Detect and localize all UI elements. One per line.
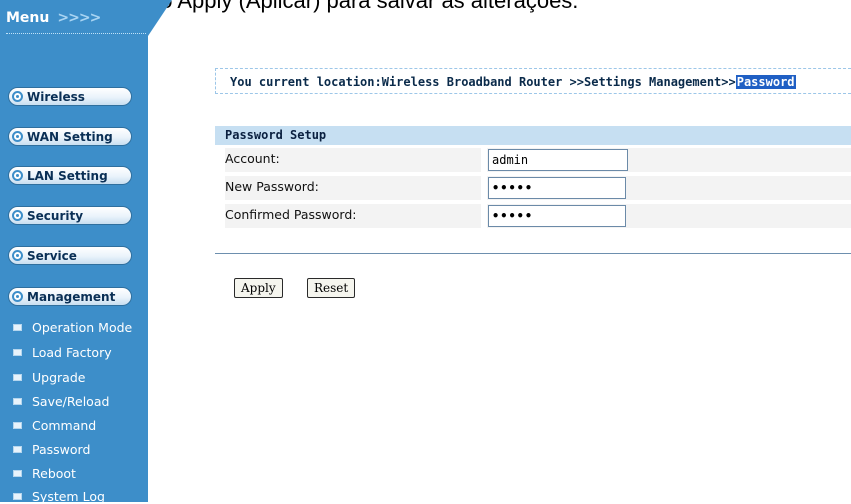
bullet-icon <box>13 374 22 381</box>
nav-service-label: Service <box>27 248 77 263</box>
nav-wireless-label: Wireless <box>27 89 85 104</box>
subnav-label: Load Factory <box>32 345 112 360</box>
subnav-label: Save/Reload <box>32 394 110 409</box>
form-title: Password Setup <box>215 126 851 145</box>
bullet-icon <box>13 398 22 405</box>
new-password-row: New Password: <box>215 176 851 200</box>
nav-service-button[interactable]: Service <box>8 246 132 265</box>
nav-security-label: Security <box>27 208 84 223</box>
account-label: Account: <box>225 148 481 172</box>
menu-divider <box>6 33 146 34</box>
nav-wireless-button[interactable]: Wireless <box>8 87 132 106</box>
nav-wan-setting-label: WAN Setting <box>27 129 113 144</box>
subnav-label: Password <box>32 442 91 457</box>
bullet-icon <box>13 470 22 477</box>
confirm-password-input[interactable] <box>488 205 626 227</box>
subnav-password[interactable]: Password <box>13 442 90 457</box>
nav-wan-setting-button[interactable]: WAN Setting <box>8 127 132 146</box>
subnav-label: Operation Mode <box>32 320 133 335</box>
form-divider <box>215 253 851 254</box>
ring-icon <box>12 210 23 221</box>
ring-icon <box>12 131 23 142</box>
ring-icon <box>12 170 23 181</box>
new-password-label: New Password: <box>225 176 481 200</box>
menu-title: Menu >>>> <box>6 10 101 26</box>
sidebar: Menu >>>> Wireless WAN Setting LAN Settin… <box>0 0 148 504</box>
apply-button[interactable]: Apply <box>234 278 283 298</box>
ring-icon <box>12 291 23 302</box>
account-row: Account: <box>215 148 851 172</box>
confirm-password-row: Confirmed Password: <box>215 204 851 228</box>
ring-icon <box>12 91 23 102</box>
breadcrumb-path: You current location:Wireless Broadband … <box>230 75 736 89</box>
breadcrumb: You current location:Wireless Broadband … <box>215 68 851 94</box>
new-password-input[interactable] <box>488 177 626 199</box>
menu-arrows-icon: >>>> <box>57 10 101 26</box>
confirm-password-label: Confirmed Password: <box>225 204 481 228</box>
nav-lan-setting-button[interactable]: LAN Setting <box>8 166 132 185</box>
ring-icon <box>12 250 23 261</box>
nav-security-button[interactable]: Security <box>8 206 132 225</box>
menu-title-label: Menu <box>6 10 50 26</box>
bullet-icon <box>13 349 22 356</box>
account-cell <box>487 148 851 172</box>
new-password-cell <box>487 176 851 200</box>
subnav-label: Reboot <box>32 466 76 481</box>
bullet-icon <box>13 446 22 453</box>
subnav-operation-mode[interactable]: Operation Mode <box>13 320 132 335</box>
bullet-icon <box>13 493 22 500</box>
confirm-password-cell <box>487 204 851 228</box>
bullet-icon <box>13 324 22 331</box>
breadcrumb-current: Password <box>735 75 796 89</box>
subnav-label: Upgrade <box>32 370 86 385</box>
sidebar-corner <box>148 0 172 36</box>
subnav-upgrade[interactable]: Upgrade <box>13 370 85 385</box>
reset-button[interactable]: Reset <box>307 278 356 298</box>
bullet-icon <box>13 422 22 429</box>
subnav-command[interactable]: Command <box>13 418 96 433</box>
subnav-save-reload[interactable]: Save/Reload <box>13 394 109 409</box>
nav-management-button[interactable]: Management <box>8 287 132 306</box>
account-input[interactable] <box>488 149 628 171</box>
subnav-load-factory[interactable]: Load Factory <box>13 345 112 360</box>
subnav-reboot[interactable]: Reboot <box>13 466 76 481</box>
nav-lan-setting-label: LAN Setting <box>27 168 108 183</box>
nav-management-label: Management <box>27 289 116 304</box>
subnav-label: Command <box>32 418 97 433</box>
